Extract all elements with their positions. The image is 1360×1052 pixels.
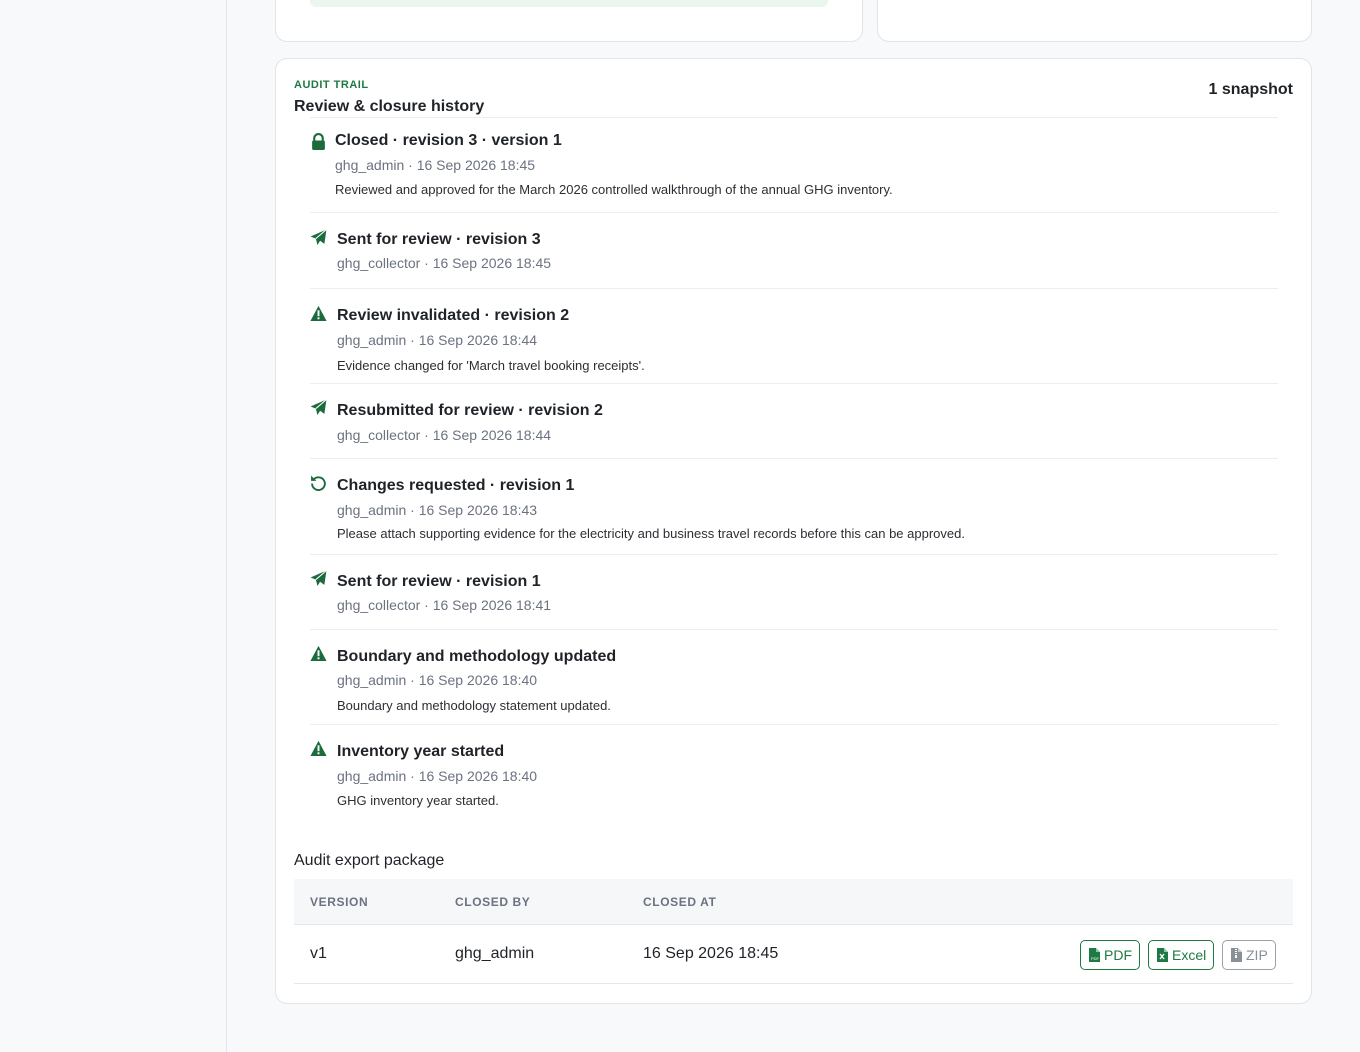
progress-bar	[310, 0, 828, 7]
timeline-event: Review invalidated · revision 2 ghg_admin…	[310, 288, 1278, 383]
event-title: Closed · revision 3 · version 1	[335, 132, 562, 149]
snapshot-count: 1 snapshot	[1208, 81, 1293, 98]
undo-icon	[310, 474, 328, 492]
event-title: Changes requested · revision 1	[337, 477, 575, 494]
column-closed-at: CLOSED AT	[643, 895, 717, 909]
event-note: Please attach supporting evidence for th…	[337, 526, 965, 541]
column-version: VERSION	[310, 895, 369, 909]
warning-icon	[310, 740, 328, 758]
cell-version: v1	[310, 945, 327, 962]
event-meta: ghg_collector · 16 Sep 2026 18:45	[337, 255, 552, 271]
timeline-event: Inventory year started ghg_admin · 16 Sep…	[310, 724, 1278, 819]
table-row: v1 ghg_admin 16 Sep 2026 18:45 PDF PDF E…	[294, 925, 1293, 984]
previous-card-right	[877, 0, 1312, 42]
main-content: AUDIT TRAIL Review & closure history 1 s…	[227, 0, 1360, 1052]
event-note: Boundary and methodology statement updat…	[337, 698, 611, 713]
timeline-event: Sent for review · revision 3 ghg_collecto…	[310, 212, 1278, 288]
event-meta: ghg_collector · 16 Sep 2026 18:41	[337, 597, 552, 613]
timeline-event: Closed · revision 3 · version 1 ghg_admin…	[310, 117, 1278, 212]
audit-timeline: Closed · revision 3 · version 1 ghg_admin…	[310, 117, 1278, 819]
table-header: VERSION CLOSED BY CLOSED AT	[294, 879, 1293, 925]
event-meta: ghg_admin · 16 Sep 2026 18:44	[337, 332, 538, 348]
event-title: Review invalidated · revision 2	[337, 307, 570, 324]
pdf-label: PDF	[1104, 947, 1132, 963]
event-title: Inventory year started	[337, 743, 505, 760]
cell-closed-by: ghg_admin	[455, 945, 535, 962]
event-meta: ghg_admin · 16 Sep 2026 18:43	[337, 502, 538, 518]
zip-download-button[interactable]: ZIP	[1222, 940, 1276, 970]
event-meta: ghg_admin · 16 Sep 2026 18:45	[335, 157, 536, 173]
event-meta: ghg_admin · 16 Sep 2026 18:40	[337, 768, 538, 784]
file-zip-icon	[1231, 948, 1242, 962]
event-title: Sent for review · revision 3	[337, 231, 541, 248]
event-title: Sent for review · revision 1	[337, 573, 541, 590]
event-meta: ghg_collector · 16 Sep 2026 18:44	[337, 427, 552, 443]
warning-icon	[310, 305, 328, 323]
event-note: GHG inventory year started.	[337, 793, 499, 808]
timeline-event: Boundary and methodology updated ghg_admi…	[310, 629, 1278, 724]
file-pdf-icon: PDF	[1089, 948, 1100, 962]
timeline-event: Resubmitted for review · revision 2 ghg_c…	[310, 383, 1278, 458]
export-table: VERSION CLOSED BY CLOSED AT v1 ghg_admin…	[294, 879, 1293, 984]
send-icon	[310, 229, 328, 247]
file-excel-icon	[1157, 948, 1168, 962]
excel-download-button[interactable]: Excel	[1148, 940, 1215, 970]
svg-text:PDF: PDF	[1091, 956, 1100, 961]
previous-card	[275, 0, 863, 42]
sidebar	[0, 0, 227, 1052]
event-meta: ghg_admin · 16 Sep 2026 18:40	[337, 672, 538, 688]
send-icon	[310, 570, 328, 588]
audit-trail-card: AUDIT TRAIL Review & closure history 1 s…	[275, 58, 1312, 1004]
excel-label: Excel	[1172, 947, 1207, 963]
send-icon	[310, 399, 328, 417]
export-title: Audit export package	[294, 852, 445, 869]
event-title: Resubmitted for review · revision 2	[337, 402, 603, 419]
lock-icon	[310, 133, 328, 151]
timeline-event: Sent for review · revision 1 ghg_collecto…	[310, 554, 1278, 629]
cell-closed-at: 16 Sep 2026 18:45	[643, 945, 779, 962]
warning-icon	[310, 645, 328, 663]
event-note: Reviewed and approved for the March 2026…	[335, 182, 893, 197]
event-note: Evidence changed for 'March travel booki…	[337, 358, 645, 373]
event-title: Boundary and methodology updated	[337, 648, 617, 665]
timeline-event: Changes requested · revision 1 ghg_admin …	[310, 458, 1278, 554]
zip-label: ZIP	[1246, 947, 1268, 963]
column-closed-by: CLOSED BY	[455, 895, 531, 909]
eyebrow-label: AUDIT TRAIL	[294, 79, 369, 91]
section-title: Review & closure history	[294, 98, 485, 115]
pdf-download-button[interactable]: PDF PDF	[1080, 940, 1140, 970]
